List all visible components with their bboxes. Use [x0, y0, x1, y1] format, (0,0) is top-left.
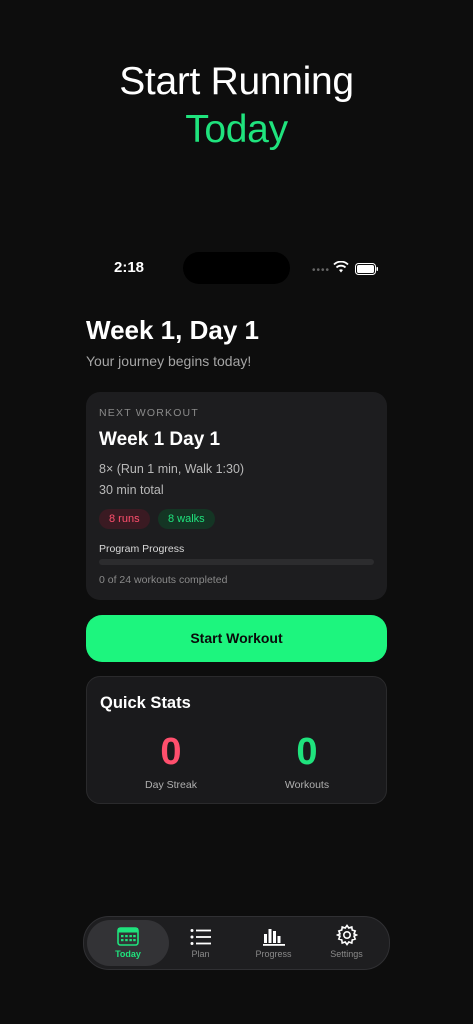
battery-icon: [355, 262, 379, 280]
headline-line-2: Today: [185, 108, 288, 151]
next-workout-label: NEXT WORKOUT: [99, 407, 199, 419]
workouts-stat: 0 Workouts: [247, 729, 367, 791]
quick-stats-card: Quick Stats 0 Day Streak 0 Workouts: [86, 676, 387, 804]
tab-progress[interactable]: Progress: [237, 920, 310, 966]
calendar-icon: [87, 920, 169, 946]
start-workout-button[interactable]: Start Workout: [86, 615, 387, 662]
walks-badge: 8 walks: [158, 509, 215, 529]
bar-chart-icon: [237, 920, 310, 946]
promo-headline: Start Running Today: [0, 58, 473, 154]
progress-label: Program Progress: [99, 543, 185, 555]
program-progress-bar: [99, 559, 374, 565]
day-streak-value: 0: [160, 731, 182, 773]
tab-today-label: Today: [115, 949, 141, 959]
workout-title: Week 1 Day 1: [99, 429, 221, 450]
workouts-label: Workouts: [284, 779, 330, 791]
quick-stats-title: Quick Stats: [100, 694, 191, 712]
progress-count: 0 of 24 workouts completed: [99, 574, 228, 586]
tab-progress-label: Progress: [255, 949, 292, 959]
list-icon: [164, 920, 237, 946]
gear-icon: [310, 920, 383, 946]
dynamic-island: [183, 252, 290, 284]
day-streak-label: Day Streak: [145, 779, 197, 791]
tab-plan[interactable]: Plan: [164, 920, 237, 966]
wifi-icon: [333, 260, 349, 278]
status-bar: 2:18 ••••: [0, 252, 473, 284]
tab-today[interactable]: Today: [87, 920, 169, 966]
signal-icon: ••••: [312, 265, 331, 276]
runs-badge: 8 runs: [99, 509, 150, 529]
workout-description: 8× (Run 1 min, Walk 1:30): [99, 462, 245, 476]
headline-line-1: Start Running: [119, 60, 354, 103]
workouts-value: 0: [296, 731, 318, 773]
day-streak-stat: 0 Day Streak: [111, 729, 231, 791]
tab-settings[interactable]: Settings: [310, 920, 383, 966]
tab-bar: Today Plan Progress Settings: [83, 916, 390, 970]
tab-settings-label: Settings: [330, 949, 363, 959]
status-time: 2:18: [114, 259, 145, 276]
page-title: Week 1, Day 1: [86, 315, 259, 345]
page-subtitle: Your journey begins today!: [86, 353, 252, 369]
tab-plan-label: Plan: [191, 949, 210, 959]
workout-total-time: 30 min total: [99, 483, 164, 497]
next-workout-card[interactable]: NEXT WORKOUT Week 1 Day 1 8× (Run 1 min,…: [86, 392, 387, 600]
